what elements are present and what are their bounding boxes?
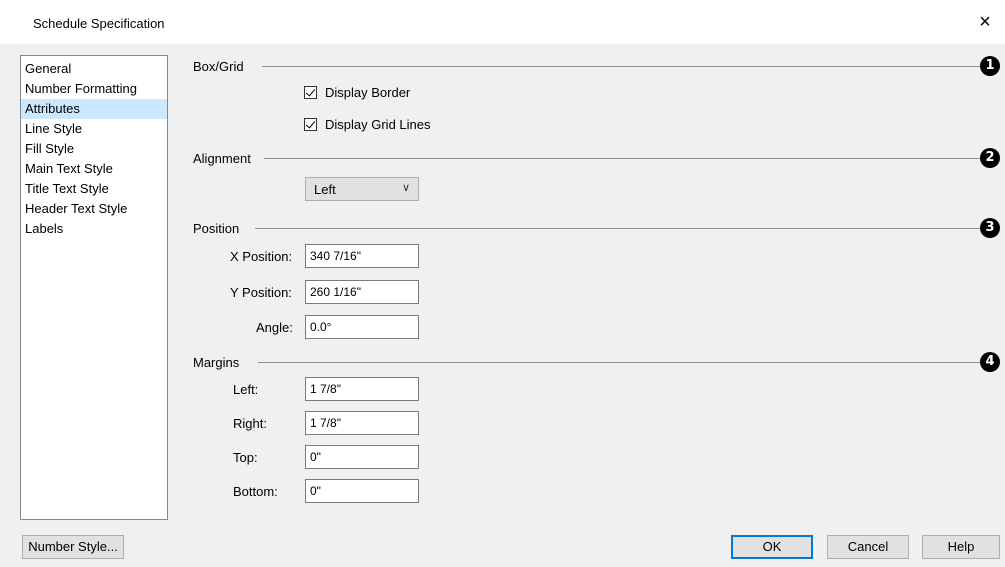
position-divider: [255, 228, 980, 229]
alignment-select[interactable]: Left ∨: [305, 177, 419, 201]
callout-badge-1: 1: [980, 56, 1000, 76]
page-list[interactable]: General Number Formatting Attributes Lin…: [20, 55, 168, 520]
x-position-label: X Position:: [230, 249, 293, 264]
sidebar-item-general[interactable]: General: [21, 59, 167, 79]
margin-bottom-label: Bottom:: [233, 484, 278, 499]
margins-heading: Margins: [193, 355, 240, 370]
margin-top-input[interactable]: 0": [305, 445, 419, 469]
sidebar-item-line-style[interactable]: Line Style: [21, 119, 167, 139]
position-heading: Position: [193, 221, 240, 236]
sidebar-item-header-text-style[interactable]: Header Text Style: [21, 199, 167, 219]
y-position-label: Y Position:: [230, 285, 292, 300]
callout-badge-4: 4: [980, 352, 1000, 372]
margin-left-input[interactable]: 1 7/8": [305, 377, 419, 401]
margins-divider: [258, 362, 980, 363]
cancel-button[interactable]: Cancel: [827, 535, 909, 559]
close-icon[interactable]: ×: [974, 12, 996, 34]
title-bar: Schedule Specification ×: [0, 0, 1005, 44]
callout-badge-3: 3: [980, 218, 1000, 238]
display-grid-lines-label: Display Grid Lines: [325, 117, 431, 132]
sidebar-item-labels[interactable]: Labels: [21, 219, 167, 239]
alignment-select-value: Left: [314, 182, 336, 197]
chevron-down-icon: ∨: [401, 182, 410, 194]
box-grid-divider: [262, 66, 980, 67]
margin-left-label: Left:: [233, 382, 259, 397]
margin-right-input[interactable]: 1 7/8": [305, 411, 419, 435]
margin-right-label: Right:: [233, 416, 267, 431]
angle-input[interactable]: 0.0°: [305, 315, 419, 339]
angle-label: Angle:: [256, 320, 293, 335]
display-grid-lines-checkbox[interactable]: Display Grid Lines: [304, 117, 431, 132]
y-position-input[interactable]: 260 1/16": [305, 280, 419, 304]
sidebar-item-main-text-style[interactable]: Main Text Style: [21, 159, 167, 179]
x-position-input[interactable]: 340 7/16": [305, 244, 419, 268]
alignment-divider: [264, 158, 980, 159]
checkmark-icon[interactable]: [304, 86, 317, 99]
window-title: Schedule Specification: [33, 16, 165, 31]
margin-top-label: Top:: [233, 450, 258, 465]
ok-button[interactable]: OK: [731, 535, 813, 559]
checkmark-icon[interactable]: [304, 118, 317, 131]
alignment-heading: Alignment: [193, 151, 251, 166]
number-style-button[interactable]: Number Style...: [22, 535, 124, 559]
callout-badge-2: 2: [980, 148, 1000, 168]
box-grid-heading: Box/Grid: [193, 59, 244, 74]
display-border-checkbox[interactable]: Display Border: [304, 85, 410, 100]
sidebar-item-title-text-style[interactable]: Title Text Style: [21, 179, 167, 199]
margin-bottom-input[interactable]: 0": [305, 479, 419, 503]
help-button[interactable]: Help: [922, 535, 1000, 559]
sidebar-item-fill-style[interactable]: Fill Style: [21, 139, 167, 159]
sidebar-item-number-formatting[interactable]: Number Formatting: [21, 79, 167, 99]
sidebar-item-attributes[interactable]: Attributes: [21, 99, 167, 119]
display-border-label: Display Border: [325, 85, 411, 100]
